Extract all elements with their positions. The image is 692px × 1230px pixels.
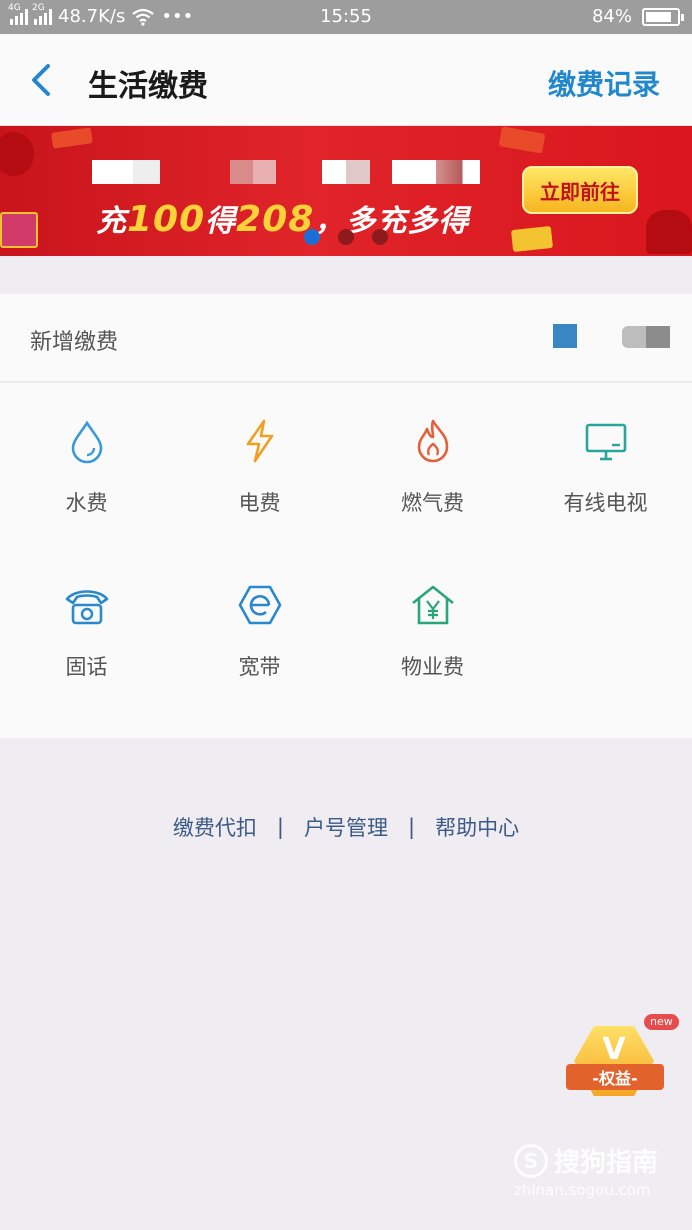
watermark-url: zhinan.sogou.com: [514, 1181, 651, 1199]
service-label: 水费: [65, 491, 108, 515]
blurred-square-icon: [553, 324, 577, 348]
service-grid: 水费 电费 燃气费 有线电视 固话 宽带 物业费: [0, 383, 692, 738]
page-title: 生活缴费: [88, 69, 208, 104]
badge-letter: V: [602, 1032, 626, 1067]
new-tag: new: [644, 1014, 679, 1030]
clock: 15:55: [320, 6, 372, 27]
banner-slogan: 充100得208，多充多得: [96, 196, 469, 240]
watermark-brand: S 搜狗指南: [514, 1142, 658, 1179]
battery-icon: [642, 7, 684, 26]
service-label: 有线电视: [563, 491, 648, 515]
back-arrow-icon[interactable]: [26, 62, 56, 98]
service-label: 燃气费: [401, 491, 464, 515]
telephone-icon: [65, 590, 109, 625]
service-label: 宽带: [238, 655, 281, 679]
lightning-icon: [246, 419, 274, 463]
water-drop-icon: [71, 420, 103, 464]
tv-icon: [585, 423, 627, 461]
service-property[interactable]: 物业费: [346, 547, 519, 707]
service-label: 物业费: [401, 655, 464, 679]
sogou-logo-icon: S: [514, 1143, 548, 1178]
battery-fill: [646, 11, 671, 22]
service-label: 固话: [65, 655, 108, 679]
gift-box-decoration: [0, 212, 38, 248]
slogan-mid: 得: [205, 204, 237, 239]
red-envelope-decoration: [498, 126, 546, 154]
blurred-text-block: [230, 160, 276, 184]
service-landline[interactable]: 固话: [0, 547, 173, 707]
status-bar: 4G 2G 48.7K/s ••• 15:55 84%: [0, 0, 692, 34]
lantern-decoration: [0, 132, 34, 176]
payment-records-link[interactable]: 缴费记录: [548, 63, 660, 103]
carousel-dot[interactable]: [372, 229, 388, 245]
slogan-prefix: 充: [96, 204, 127, 239]
account-management-link[interactable]: 户号管理: [304, 812, 388, 842]
service-broadband[interactable]: 宽带: [173, 547, 346, 707]
go-now-button[interactable]: 立即前往: [522, 166, 638, 214]
service-electricity[interactable]: 电费: [173, 383, 346, 543]
promo-banner[interactable]: 充100得208，多充多得 立即前往: [0, 126, 692, 256]
blurred-arrow-icon: [622, 326, 670, 348]
carousel-dot[interactable]: [338, 229, 354, 245]
nav-bar: 生活缴费 缴费记录: [0, 34, 692, 126]
blurred-text-block: [92, 160, 160, 184]
broadband-icon: [238, 585, 282, 625]
rights-badge[interactable]: V -权益- new: [560, 1014, 679, 1106]
status-right: 84%: [591, 6, 684, 27]
red-envelope-decoration: [510, 225, 554, 253]
watermark-brand-text: 搜狗指南: [554, 1148, 659, 1178]
blurred-text-block: [392, 160, 480, 184]
carousel-dot[interactable]: [304, 229, 320, 245]
watermark: S 搜狗指南 zhinan.sogou.com: [514, 1142, 658, 1199]
footer-separator: |: [408, 815, 416, 839]
service-gas[interactable]: 燃气费: [346, 383, 519, 543]
add-payment-row[interactable]: 新增缴费: [0, 294, 692, 382]
carousel-dots[interactable]: [304, 229, 388, 245]
house-yuan-icon: [412, 585, 454, 625]
blurred-text-block: [322, 160, 370, 184]
footer-separator: |: [276, 815, 284, 839]
help-center-link[interactable]: 帮助中心: [435, 812, 519, 842]
slogan-amount-1: 100: [127, 199, 206, 240]
add-payment-label: 新增缴费: [30, 330, 119, 355]
rights-ribbon: -权益-: [566, 1064, 664, 1090]
flame-icon: [417, 419, 449, 463]
footer-links: 缴费代扣 | 户号管理 | 帮助中心: [0, 812, 692, 842]
auto-deduct-link[interactable]: 缴费代扣: [173, 812, 257, 842]
service-water[interactable]: 水费: [0, 383, 173, 543]
slogan-amount-2: 208: [236, 199, 315, 240]
service-label: 电费: [238, 491, 281, 515]
red-envelope-decoration: [51, 127, 93, 149]
dog-decoration: [646, 210, 692, 254]
battery-percent: 84%: [591, 6, 632, 27]
service-cable-tv[interactable]: 有线电视: [519, 383, 692, 543]
